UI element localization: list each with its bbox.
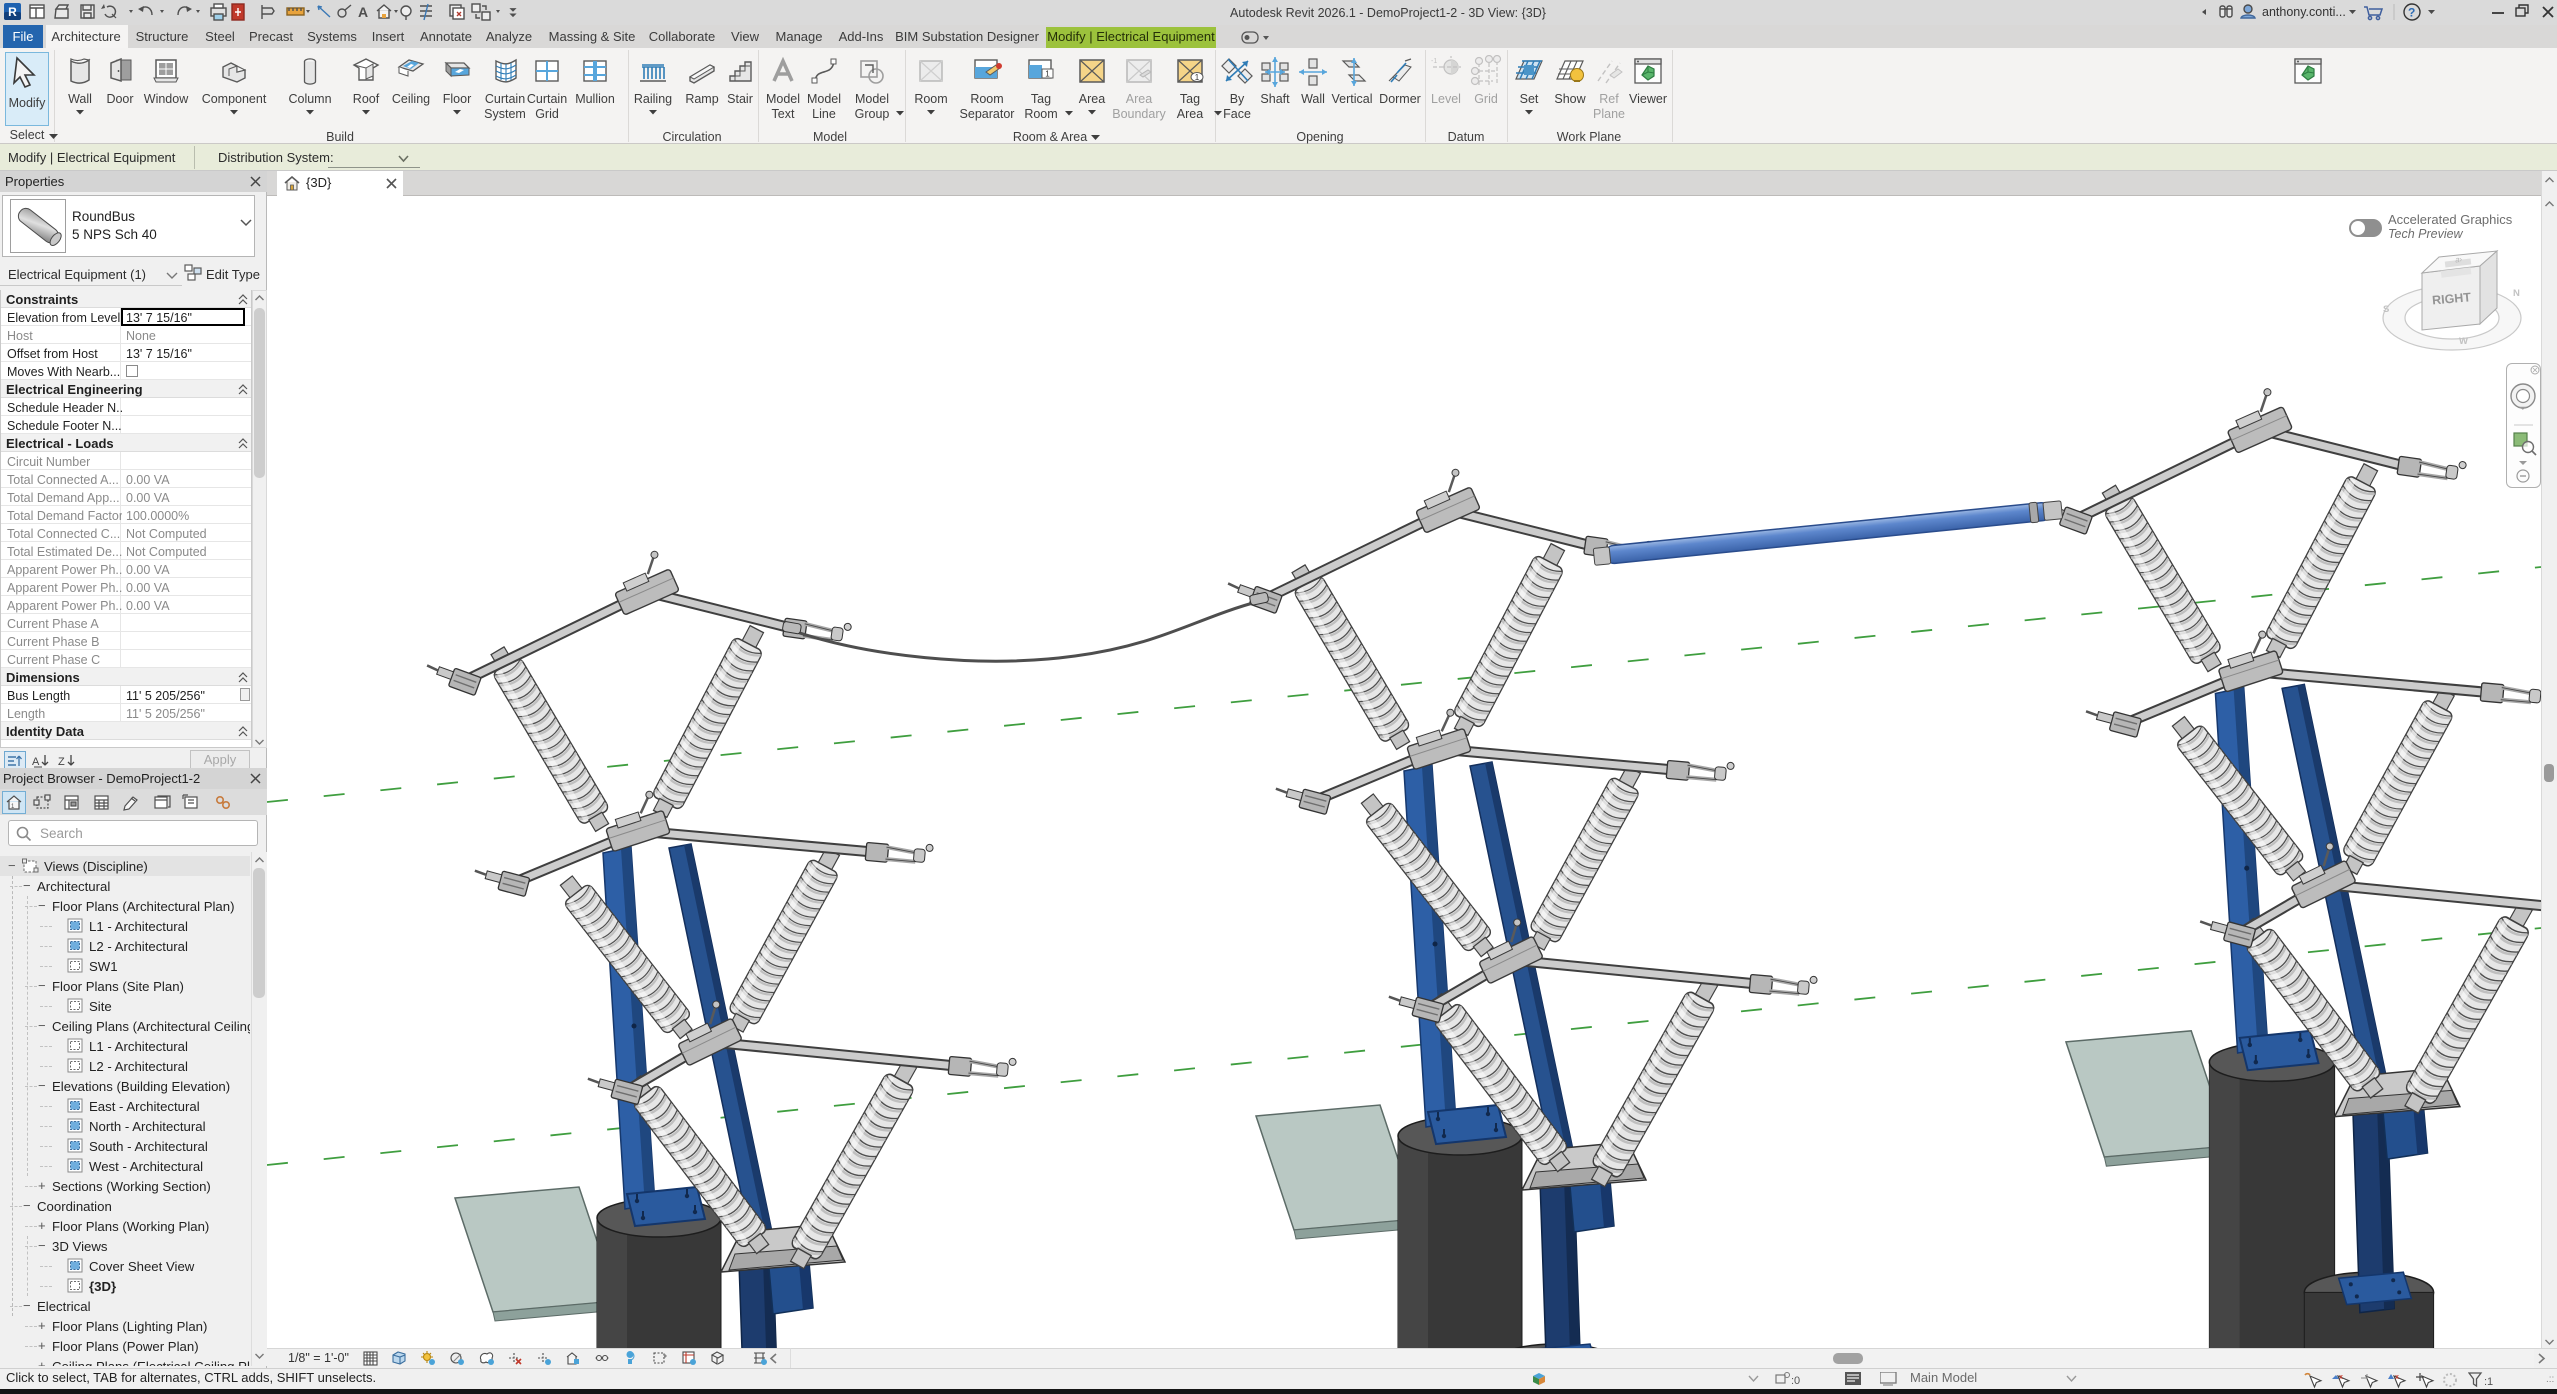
svg-text:Z: Z — [58, 756, 65, 768]
svg-text:1: 1 — [1195, 73, 1200, 82]
svg-text::1: :1 — [2484, 1376, 2493, 1388]
svg-text:-1: -1 — [1431, 58, 1437, 65]
svg-text:x: x — [2339, 1374, 2343, 1381]
svg-text:W: W — [2459, 336, 2468, 347]
svg-text:?: ? — [2408, 6, 2415, 20]
svg-text:A: A — [358, 4, 368, 20]
svg-text:anthony.conti...: anthony.conti... — [2262, 5, 2346, 19]
svg-text:S: S — [2383, 304, 2389, 315]
svg-text:R: R — [8, 5, 17, 19]
svg-text:A: A — [32, 756, 40, 768]
svg-text:1: 1 — [1045, 70, 1050, 79]
svg-text::0: :0 — [1791, 1375, 1800, 1387]
svg-text:x: x — [2395, 1374, 2399, 1381]
svg-text:N: N — [2513, 288, 2520, 299]
